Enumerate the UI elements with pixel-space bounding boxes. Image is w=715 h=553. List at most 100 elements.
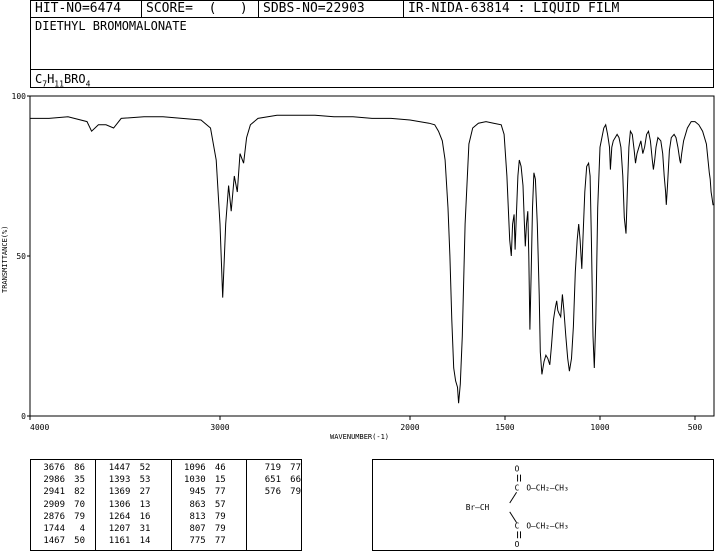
peak-row: 813 79 [176, 511, 246, 523]
y-tick-label: 0 [21, 412, 26, 421]
y-tick-label: 100 [12, 92, 27, 101]
x-tick-label: 2000 [400, 423, 419, 432]
peak-row: 1744 4 [35, 523, 95, 535]
x-tick-label: 1000 [590, 423, 609, 432]
peak-row: 945 77 [176, 486, 246, 498]
peak-wavenumber: 1264 [108, 511, 131, 522]
peak-row: 1030 15 [176, 474, 246, 486]
score-field: SCORE= ( ) [142, 1, 259, 17]
bond-upper [509, 492, 517, 504]
peak-transmittance: 77 [214, 487, 226, 498]
ir-nida-info: IR-NIDA-63814 : LIQUID FILM [408, 1, 620, 16]
peak-wavenumber: 719 [264, 463, 281, 473]
peak-transmittance: 77 [214, 536, 226, 547]
peak-column: 1447 52 1393 53 1369 27 1306 13 1264 16 1207 31 1161… [96, 460, 172, 550]
peak-transmittance: 66 [290, 475, 301, 486]
x-tick-label: 500 [688, 423, 703, 432]
carbonyl-carbon-bottom: C [515, 521, 520, 530]
x-axis-ticks: 4000 3000 2000 1500 1000 500 [29, 416, 703, 432]
peak-wavenumber: 1306 [108, 499, 131, 510]
peak-transmittance: 82 [74, 487, 85, 498]
peak-row: 2986 35 [35, 474, 95, 486]
y-axis-ticks: 0 50 100 [12, 92, 30, 421]
carbonyl-oxygen-bottom: O [515, 540, 520, 549]
peak-wavenumber: 2986 [43, 475, 65, 486]
peak-transmittance: 15 [214, 475, 226, 486]
peak-wavenumber: 1030 [184, 475, 206, 486]
peak-row: 863 57 [176, 499, 246, 511]
x-axis-label: WAVENUMBER(-1) [330, 433, 389, 441]
molecular-formula: C7H11BRO4 [30, 69, 714, 88]
peak-transmittance: 35 [74, 475, 85, 486]
peak-row: 807 79 [176, 523, 246, 535]
y-axis-label: TRANSMITTANCE(%) [1, 226, 9, 293]
peak-wavenumber: 576 [264, 487, 281, 498]
peak-row: 2941 82 [35, 486, 95, 498]
peak-transmittance: 31 [139, 523, 151, 534]
x-tick-label: 1500 [495, 423, 514, 432]
peak-transmittance: 13 [139, 499, 151, 510]
peak-wavenumber: 2909 [43, 499, 65, 510]
peak-wavenumber: 2941 [43, 487, 65, 498]
peak-transmittance: 52 [139, 463, 151, 473]
peak-wavenumber: 775 [189, 536, 206, 547]
peak-row: 1161 14 [100, 535, 170, 547]
peak-table: 3676 86 2986 35 2941 82 2909 70 2876 79 1744 4 1467 5… [30, 459, 302, 551]
peak-wavenumber: 945 [189, 487, 206, 498]
hit-number: HIT-NO=6474 [31, 1, 142, 17]
peak-transmittance: 27 [139, 487, 151, 498]
peak-row: 1264 16 [100, 511, 170, 523]
peak-row: 775 77 [176, 535, 246, 547]
peak-transmittance: 79 [290, 487, 301, 498]
peak-transmittance: 79 [214, 511, 226, 522]
x-tick-label: 4000 [30, 423, 49, 432]
peak-transmittance: 46 [214, 463, 226, 473]
peak-row: 1306 13 [100, 499, 170, 511]
peak-column: 719 77 651 66 576 79 [247, 460, 301, 550]
peak-wavenumber: 1369 [108, 487, 131, 498]
peak-transmittance: 79 [214, 523, 226, 534]
peak-transmittance: 57 [214, 499, 226, 510]
peak-row: 1207 31 [100, 523, 170, 535]
peak-row: 2876 79 [35, 511, 95, 523]
peak-wavenumber: 1161 [108, 536, 131, 547]
peak-transmittance: 77 [290, 463, 301, 473]
structure-diagram: O C O—CH₂—CH₃ Br—CH C O—CH₂—CH₃ O [372, 459, 714, 551]
peak-wavenumber: 1467 [43, 536, 65, 547]
carbonyl-oxygen-top: O [515, 465, 520, 474]
peak-wavenumber: 3676 [43, 463, 65, 473]
peak-transmittance: 53 [139, 475, 151, 486]
peak-transmittance: 16 [139, 511, 151, 522]
peak-wavenumber: 1393 [108, 475, 131, 486]
x-tick-label: 3000 [210, 423, 229, 432]
peak-row: 651 66 [251, 474, 301, 486]
ester-group-bottom: O—CH₂—CH₃ [526, 521, 568, 530]
peak-column: 1096 46 1030 15 945 77 863 57 813 79 807 79 775 77 [172, 460, 247, 550]
y-tick-label: 50 [16, 252, 26, 261]
peak-row: 3676 86 [35, 462, 95, 474]
compound-name: DIETHYL BROMOMALONATE [30, 17, 714, 70]
peak-row: 576 79 [251, 486, 301, 498]
plot-frame [29, 95, 715, 417]
peak-wavenumber: 1096 [184, 463, 206, 473]
spectrum-line [30, 114, 714, 404]
ir-spectrum-chart: 0 50 100 4000 3000 2000 1500 1000 500 TRANSMITT… [1, 92, 715, 441]
peak-row: 1096 46 [176, 462, 246, 474]
peak-row: 2909 70 [35, 499, 95, 511]
peak-wavenumber: 863 [189, 499, 206, 510]
peak-row: 1393 53 [100, 474, 170, 486]
peak-transmittance: 50 [74, 536, 85, 547]
peak-wavenumber: 1744 [43, 523, 65, 534]
peak-row: 1467 50 [35, 535, 95, 547]
peak-row: 1447 52 [100, 462, 170, 474]
peak-row: 719 77 [251, 462, 301, 474]
peak-wavenumber: 651 [264, 475, 281, 486]
peak-transmittance: 4 [79, 523, 85, 534]
peak-transmittance: 70 [74, 499, 85, 510]
ester-group-top: O—CH₂—CH₃ [526, 483, 568, 492]
sdbs-number: SDBS-NO=22903 [259, 1, 404, 17]
peak-wavenumber: 2876 [43, 511, 65, 522]
peak-wavenumber: 1447 [108, 463, 131, 473]
peak-wavenumber: 1207 [108, 523, 131, 534]
peak-transmittance: 86 [74, 463, 85, 473]
